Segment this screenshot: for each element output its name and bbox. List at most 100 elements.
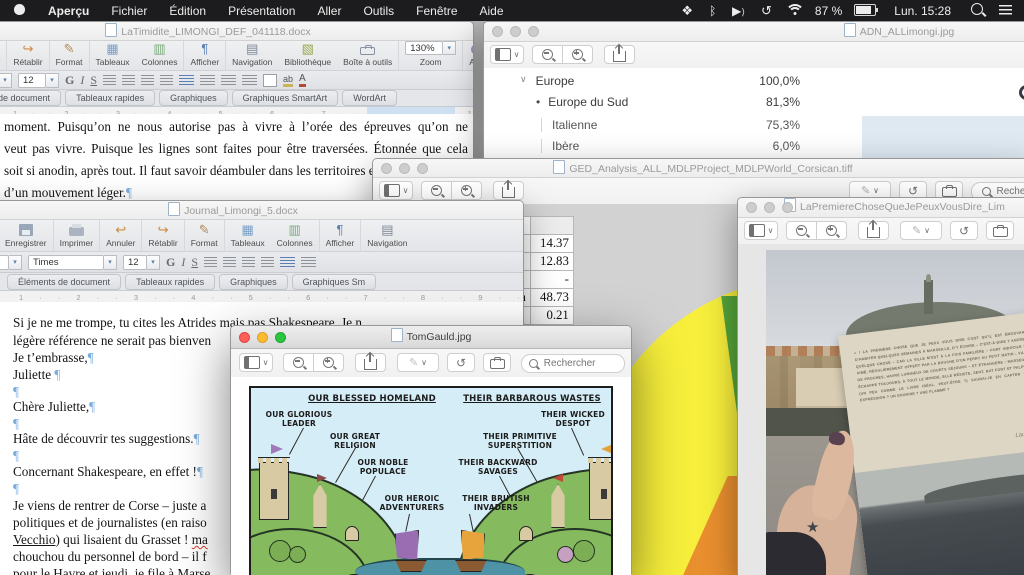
tab-tableaux-rapides[interactable]: Tableaux rapides: [125, 274, 215, 290]
dropbox-icon[interactable]: ❖: [673, 3, 701, 19]
align-left-button[interactable]: [204, 257, 217, 267]
collapse-chevron-icon[interactable]: ∨: [520, 74, 527, 88]
style-combo-arrow[interactable]: ▾: [9, 255, 22, 270]
ethnicity-row-ibere[interactable]: Ibère 6,0%: [541, 139, 800, 153]
rotate-button[interactable]: ↺: [950, 221, 978, 240]
toolbox-button[interactable]: Boîte à outils: [337, 41, 399, 70]
photo-titlebar[interactable]: LaPremiereChoseQueJePeuxVousDire_Lim: [738, 198, 1024, 218]
view-menu-button[interactable]: ∨: [490, 45, 524, 64]
zoom-in-button[interactable]: [816, 221, 847, 240]
window-tomgauld[interactable]: TomGauld.jpg ∨ ✎∨ ↺: [230, 325, 632, 575]
menu-aller[interactable]: Aller: [306, 4, 352, 18]
latimidite-titlebar[interactable]: LaTimidite_LIMONGI_DEF_041118.docx: [0, 22, 473, 41]
numbered-list-button[interactable]: [179, 75, 194, 85]
zoom-control[interactable]: 130% ▾ Zoom: [399, 41, 463, 70]
align-right-button[interactable]: [141, 75, 154, 85]
tab-graphiques[interactable]: Graphiques: [219, 274, 288, 290]
zoom-in-button[interactable]: [562, 45, 593, 64]
menu-clock[interactable]: Lun. 15:28: [884, 4, 961, 18]
rotate-button[interactable]: ↺: [447, 353, 475, 372]
align-justify-button[interactable]: [160, 75, 173, 85]
font-size-combo[interactable]: 12: [18, 73, 46, 88]
menu-fichier[interactable]: Fichier: [100, 4, 158, 18]
font-size-arrow[interactable]: ▾: [46, 73, 59, 88]
redo-button[interactable]: ↪Rétablir: [142, 220, 184, 251]
notification-center-icon[interactable]: [993, 4, 1024, 18]
zoom-button[interactable]: [528, 26, 539, 37]
share-button[interactable]: [858, 221, 889, 240]
font-size-arrow[interactable]: ▾: [147, 255, 160, 270]
align-right-button[interactable]: [242, 257, 255, 267]
underline-button[interactable]: S: [191, 255, 198, 270]
menu-edition[interactable]: Édition: [158, 4, 217, 18]
apple-menu[interactable]: [0, 4, 37, 18]
share-button[interactable]: [604, 45, 635, 64]
menu-presentation[interactable]: Présentation: [217, 4, 306, 18]
undo-button[interactable]: ↩Annuler: [0, 41, 7, 70]
window-adn[interactable]: ADN_ALLimongi.jpg ∨ ∨ Europe 100,0% • Eu…: [483, 21, 1024, 160]
tables-button[interactable]: ▦Tableaux: [90, 41, 136, 70]
library-button[interactable]: ▧Bibliothèque: [278, 41, 337, 70]
undo-button[interactable]: ↩Annuler: [100, 220, 142, 251]
style-combo[interactable]: [0, 255, 9, 270]
zoom-button[interactable]: [417, 163, 428, 174]
columns-button[interactable]: ▥Colonnes: [271, 220, 320, 251]
close-button[interactable]: [239, 332, 250, 343]
highlight-button[interactable]: ab: [283, 74, 293, 87]
tables-button[interactable]: ▦Tableaux: [225, 220, 271, 251]
print-button[interactable]: Imprimer: [54, 220, 101, 251]
align-justify-button[interactable]: [261, 257, 274, 267]
bold-button[interactable]: G: [65, 73, 74, 88]
align-center-button[interactable]: [223, 257, 236, 267]
navigation-button[interactable]: ▤Navigation: [361, 220, 413, 251]
bullet-list-button[interactable]: [301, 257, 316, 267]
tab-elements-de-document[interactable]: Éléments de document: [7, 274, 121, 290]
help-button[interactable]: ?Aide: [463, 41, 473, 70]
zoom-out-button[interactable]: [786, 221, 817, 240]
tab-graphiques[interactable]: Graphiques: [159, 90, 228, 106]
menu-aide[interactable]: Aide: [469, 4, 515, 18]
align-center-button[interactable]: [122, 75, 135, 85]
view-menu-button[interactable]: ∨: [379, 181, 413, 200]
tomgauld-traffic-lights[interactable]: [239, 332, 286, 343]
adn-titlebar[interactable]: ADN_ALLimongi.jpg: [484, 22, 1024, 42]
menu-outils[interactable]: Outils: [352, 4, 405, 18]
close-button[interactable]: [492, 26, 503, 37]
zoom-in-button[interactable]: [313, 353, 344, 372]
photo-traffic-lights[interactable]: [746, 202, 793, 213]
wifi-icon[interactable]: [780, 4, 811, 18]
ethnicity-row-italienne[interactable]: Italienne 75,3%: [541, 118, 800, 132]
columns-button[interactable]: ▥Colonnes: [136, 41, 185, 70]
zoom-button[interactable]: [782, 202, 793, 213]
tab-graphiques-smartart[interactable]: Graphiques Sm: [292, 274, 377, 290]
style-combo-arrow[interactable]: ▾: [0, 73, 12, 88]
minimize-button[interactable]: [399, 163, 410, 174]
adn-traffic-lights[interactable]: [492, 26, 539, 37]
spotlight-icon[interactable]: [961, 3, 993, 18]
tomgauld-titlebar[interactable]: TomGauld.jpg: [231, 326, 631, 349]
bullet-list-button[interactable]: [200, 75, 215, 85]
view-menu-button[interactable]: ∨: [239, 353, 273, 372]
ethnicity-row-europe-du-sud[interactable]: • Europe du Sud 81,3%: [536, 95, 800, 109]
bluetooth-icon[interactable]: ᛒ: [701, 4, 724, 18]
markup-toolbox-button[interactable]: [483, 353, 511, 372]
markup-toolbox-button[interactable]: [986, 221, 1014, 240]
font-combo[interactable]: Times: [28, 255, 104, 270]
menu-apercu[interactable]: Aperçu: [37, 4, 100, 18]
format-button[interactable]: ✎Format: [185, 220, 225, 251]
zoom-in-button[interactable]: [451, 181, 482, 200]
zoom-out-button[interactable]: [421, 181, 452, 200]
window-photo[interactable]: LaPremiereChoseQueJePeuxVousDire_Lim ∨ ✎…: [737, 197, 1024, 575]
tab-wordart[interactable]: WordArt: [342, 90, 397, 106]
zoom-out-button[interactable]: [283, 353, 314, 372]
show-marks-button[interactable]: ¶Afficher: [320, 220, 362, 251]
show-marks-button[interactable]: ¶Afficher: [184, 41, 226, 70]
underline-button[interactable]: S: [90, 73, 97, 88]
share-button[interactable]: [493, 181, 524, 200]
time-machine-icon[interactable]: ↺: [753, 3, 780, 19]
minimize-button[interactable]: [510, 26, 521, 37]
format-button[interactable]: ✎Format: [50, 41, 90, 70]
minimize-button[interactable]: [764, 202, 775, 213]
view-menu-button[interactable]: ∨: [744, 221, 778, 240]
italic-button[interactable]: I: [80, 73, 84, 88]
